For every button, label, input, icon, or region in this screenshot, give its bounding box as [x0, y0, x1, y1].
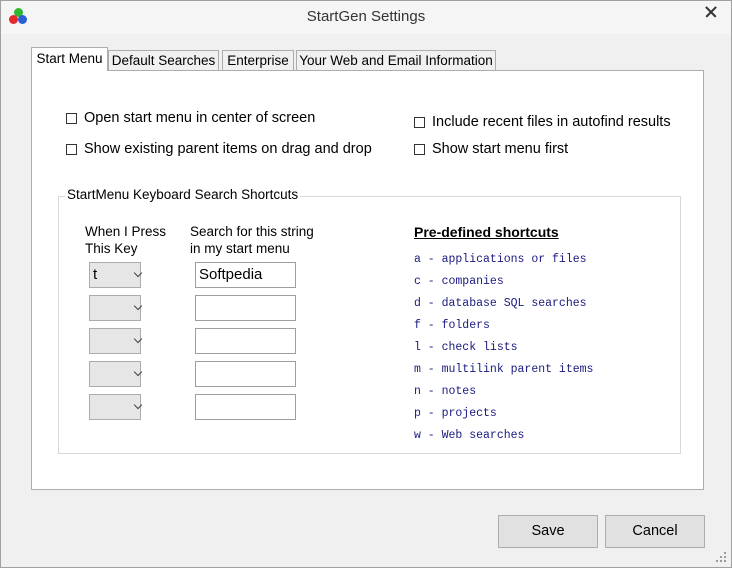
shortcut-search-input[interactable] — [195, 328, 296, 354]
predefined-shortcut: f - folders — [414, 319, 490, 332]
predefined-shortcuts-title: Pre-defined shortcuts — [414, 224, 559, 240]
shortcut-key-select[interactable] — [89, 295, 141, 321]
close-icon[interactable] — [697, 1, 725, 23]
shortcut-search-input[interactable] — [195, 295, 296, 321]
show-parent-option[interactable]: Show existing parent items on drag and d… — [66, 141, 372, 157]
shortcut-key-value: t — [93, 266, 98, 283]
include-recent-option[interactable]: Include recent files in autofind results — [414, 114, 671, 130]
include-recent-label: Include recent files in autofind results — [432, 114, 671, 130]
predefined-shortcut: p - projects — [414, 407, 497, 420]
shortcuts-group-title: StartMenu Keyboard Search Shortcuts — [65, 187, 301, 202]
show-parent-checkbox[interactable] — [66, 143, 77, 155]
resize-grip-icon[interactable] — [716, 552, 727, 563]
shortcut-key-select[interactable]: t — [89, 262, 141, 288]
shortcut-search-input[interactable] — [195, 394, 296, 420]
key-header-line1: When I Press — [85, 224, 167, 239]
open-center-label: Open start menu in center of screen — [84, 110, 316, 126]
tab-default-searches[interactable]: Default Searches — [108, 50, 219, 70]
search-header-line1: Search for this string — [190, 224, 314, 239]
settings-window: StartGen Settings Start Menu Default Sea… — [0, 0, 732, 568]
tab-web-email-info[interactable]: Your Web and Email Information — [296, 50, 496, 70]
predefined-shortcut: d - database SQL searches — [414, 297, 587, 310]
predefined-shortcut: a - applications or files — [414, 253, 587, 266]
key-header-line2: This Key — [85, 241, 138, 256]
show-first-checkbox[interactable] — [414, 143, 425, 155]
shortcut-search-input[interactable] — [195, 361, 296, 387]
tab-start-menu[interactable]: Start Menu — [31, 47, 108, 71]
start-menu-panel: Open start menu in center of screen Show… — [31, 70, 704, 490]
search-header-line2: in my start menu — [190, 241, 290, 256]
save-button[interactable]: Save — [498, 515, 598, 548]
predefined-shortcut: m - multilink parent items — [414, 363, 594, 376]
tab-enterprise[interactable]: Enterprise — [222, 50, 294, 70]
include-recent-checkbox[interactable] — [414, 116, 425, 128]
shortcut-key-select[interactable] — [89, 328, 141, 354]
cancel-button[interactable]: Cancel — [605, 515, 705, 548]
shortcut-key-select[interactable] — [89, 394, 141, 420]
open-center-option[interactable]: Open start menu in center of screen — [66, 110, 315, 126]
shortcuts-group: StartMenu Keyboard Search Shortcuts When… — [58, 187, 681, 454]
predefined-shortcut: w - Web searches — [414, 429, 525, 442]
show-parent-label: Show existing parent items on drag and d… — [84, 141, 372, 157]
predefined-shortcut: l - check lists — [414, 341, 518, 354]
show-first-option[interactable]: Show start menu first — [414, 141, 568, 157]
shortcut-key-select[interactable] — [89, 361, 141, 387]
predefined-shortcut: n - notes — [414, 385, 477, 398]
key-column-header: When I Press This Key — [85, 223, 166, 257]
window-title: StartGen Settings — [306, 8, 426, 25]
shortcut-search-input[interactable]: Softpedia — [195, 262, 296, 288]
title-bar: StartGen Settings — [1, 1, 731, 34]
show-first-label: Show start menu first — [432, 141, 569, 157]
predefined-shortcut: c - companies — [414, 275, 504, 288]
search-column-header: Search for this string in my start menu — [190, 223, 314, 257]
open-center-checkbox[interactable] — [66, 112, 77, 124]
